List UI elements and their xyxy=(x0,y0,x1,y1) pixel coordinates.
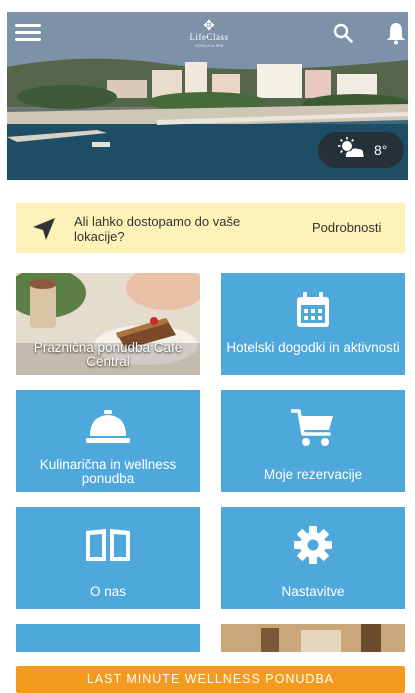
tile-my-reservations[interactable]: Moje rezervacije xyxy=(221,390,405,492)
gear-icon xyxy=(293,525,333,570)
tile-label: Hotelski dogodki in aktivnosti xyxy=(226,340,400,355)
tile-partial-right[interactable] xyxy=(221,624,405,652)
tile-label: O nas xyxy=(89,584,127,599)
search-icon[interactable] xyxy=(332,22,354,44)
details-link[interactable]: Podrobnosti xyxy=(312,220,381,235)
tile-partial-left[interactable] xyxy=(16,624,200,652)
tile-label: Kulinarična in wellness ponudba xyxy=(39,457,177,486)
calendar-icon xyxy=(295,291,331,334)
tile-label: Praznična ponudba Café Central xyxy=(33,340,183,369)
location-permission-banner[interactable]: Ali lahko dostopamo do vaše lokacije? Po… xyxy=(16,203,405,253)
navigation-arrow-icon xyxy=(31,216,57,242)
tile-holiday-cafe-central[interactable]: Praznična ponudba Café Central xyxy=(16,273,200,375)
logo-emblem-icon: ✥ xyxy=(203,17,215,33)
top-app-bar: ✥ LifeClass HOTELS & SPA xyxy=(7,12,408,56)
tile-label: Moje rezervacije xyxy=(263,467,363,482)
brand-subtitle: HOTELS & SPA xyxy=(194,43,224,48)
tile-label: Nastavitve xyxy=(281,584,345,599)
temperature-value: 8° xyxy=(374,142,388,158)
partly-cloudy-icon xyxy=(336,136,366,164)
tile-culinary-wellness[interactable]: Kulinarična in wellness ponudba xyxy=(16,390,200,492)
room-photo xyxy=(221,624,405,652)
service-bell-icon xyxy=(85,410,131,449)
bell-icon[interactable] xyxy=(385,21,407,45)
tile-about-us[interactable]: O nas xyxy=(16,507,200,609)
app-screen: ✥ LifeClass HOTELS & SPA 8° Ali lahko do… xyxy=(0,0,415,693)
weather-badge[interactable]: 8° xyxy=(318,132,404,168)
location-question: Ali lahko dostopamo do vaše lokacije? xyxy=(74,214,241,244)
brand-name: LifeClass xyxy=(189,32,229,42)
tile-settings[interactable]: Nastavitve xyxy=(221,507,405,609)
tile-hotel-events[interactable]: Hotelski dogodki in aktivnosti xyxy=(221,273,405,375)
open-book-icon xyxy=(84,527,132,568)
brand-logo: ✥ LifeClass HOTELS & SPA xyxy=(177,18,241,48)
hero-banner: ✥ LifeClass HOTELS & SPA 8° xyxy=(7,12,408,180)
shopping-cart-icon xyxy=(290,408,335,453)
hamburger-menu-icon[interactable] xyxy=(15,24,41,44)
last-minute-wellness-button[interactable]: LAST MINUTE WELLNESS PONUDBA xyxy=(16,666,405,693)
